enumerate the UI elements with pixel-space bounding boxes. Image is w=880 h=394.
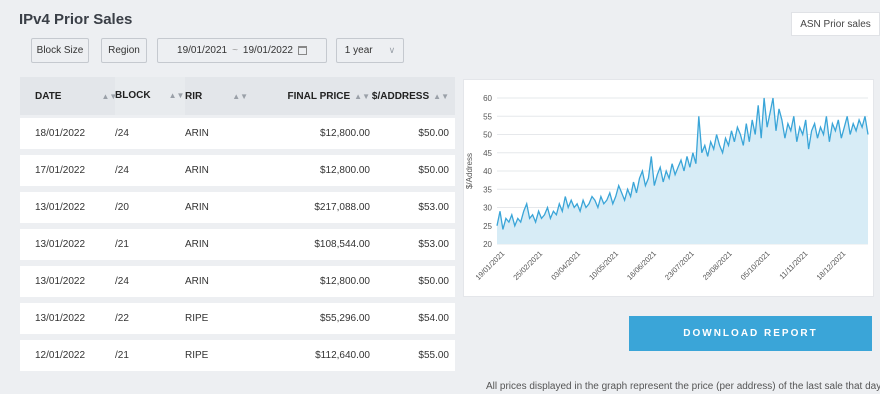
cell-block: /21	[115, 350, 129, 361]
cell-per-address: $50.00	[418, 276, 449, 287]
header-final-price[interactable]: FINAL PRICE ▲▼	[265, 91, 370, 102]
cell-date: 13/01/2022	[35, 239, 86, 250]
x-tick-label: 10/05/2021	[587, 249, 620, 282]
cell-date: 17/01/2022	[35, 165, 86, 176]
cell-block: /24	[115, 128, 129, 139]
x-tick-label: 25/02/2021	[511, 249, 544, 282]
cell-final-price: $217,088.00	[314, 202, 370, 213]
x-tick-label: 29/08/2021	[701, 249, 734, 282]
y-tick-label: 60	[483, 94, 492, 103]
cell-block: /20	[115, 202, 129, 213]
cell-block: /22	[115, 313, 129, 324]
cell-date: 13/01/2022	[35, 276, 86, 287]
table-row: 17/01/2022/24 ARIN $12,800.00 $50.00	[20, 155, 455, 186]
block-size-filter[interactable]: Block Size	[31, 38, 89, 63]
cell-rir: ARIN	[185, 276, 209, 287]
cell-rir: ARIN	[185, 128, 209, 139]
x-tick-label: 23/07/2021	[663, 249, 696, 282]
header-block[interactable]: BLOCK ▲▼	[115, 77, 185, 115]
y-tick-label: 50	[483, 131, 492, 140]
cell-final-price: $12,800.00	[319, 128, 370, 139]
date-from: 19/01/2021	[177, 45, 228, 56]
cell-rir: RIPE	[185, 313, 209, 324]
y-tick-label: 20	[483, 240, 492, 249]
x-tick-label: 05/10/2021	[739, 249, 772, 282]
cell-rir: ARIN	[185, 165, 209, 176]
y-axis-label: $/Address	[465, 153, 474, 189]
cell-per-address: $50.00	[418, 165, 449, 176]
sort-icon[interactable]: ▲▼	[169, 91, 185, 100]
cell-date: 13/01/2022	[35, 313, 86, 324]
date-to: 19/01/2022	[242, 45, 293, 56]
cell-block: /21	[115, 239, 129, 250]
cell-date: 12/01/2022	[35, 350, 86, 361]
price-chart: 20 25 30 35 40 45 50 55 60 $/Address 19/01/2021 25/…	[463, 79, 874, 297]
y-tick-label: 35	[483, 185, 492, 194]
download-report-button[interactable]: DOWNLOAD REPORT	[629, 316, 872, 351]
header-per-address[interactable]: $/ADDRESS ▲▼	[370, 91, 455, 102]
cell-per-address: $53.00	[418, 202, 449, 213]
table-header: DATE ▲▼ BLOCK ▲▼ RIR ▲▼ FINAL PRICE ▲▼ $/ADD…	[20, 77, 455, 115]
chart-footnote: All prices displayed in the graph repres…	[486, 381, 880, 392]
cell-per-address: $50.00	[418, 128, 449, 139]
cell-final-price: $12,800.00	[319, 276, 370, 287]
table-row: 12/01/2022/21 RIPE $112,640.00 $55.00	[20, 340, 455, 371]
price-chart-svg: 20 25 30 35 40 45 50 55 60 $/Address 19/01/2021 25/…	[465, 94, 869, 282]
date-range-picker[interactable]: 19/01/2021 ~ 19/01/2022	[157, 38, 327, 63]
cell-per-address: $55.00	[418, 350, 449, 361]
cell-block: /24	[115, 276, 129, 287]
cell-rir: ARIN	[185, 239, 209, 250]
cell-per-address: $54.00	[418, 313, 449, 324]
cell-rir: RIPE	[185, 350, 209, 361]
cell-final-price: $108,544.00	[314, 239, 370, 250]
cell-block: /24	[115, 165, 129, 176]
y-tick-label: 30	[483, 204, 492, 213]
sales-table: DATE ▲▼ BLOCK ▲▼ RIR ▲▼ FINAL PRICE ▲▼ $/ADD…	[20, 77, 455, 371]
table-row: 13/01/2022/22 RIPE $55,296.00 $54.00	[20, 303, 455, 334]
chevron-down-icon: ∨	[388, 45, 396, 55]
period-select[interactable]: 1 year ∨	[336, 38, 404, 63]
sort-icon[interactable]: ▲▼	[232, 92, 248, 101]
cell-rir: ARIN	[185, 202, 209, 213]
period-value: 1 year	[344, 45, 373, 56]
table-row: 18/01/2022/24 ARIN $12,800.00 $50.00	[20, 118, 455, 149]
cell-final-price: $55,296.00	[319, 313, 370, 324]
cell-date: 13/01/2022	[35, 202, 86, 213]
asn-prior-sales-button[interactable]: ASN Prior sales	[791, 12, 880, 36]
cell-final-price: $12,800.00	[319, 165, 370, 176]
calendar-icon	[297, 46, 307, 55]
x-tick-label: 16/06/2021	[625, 249, 658, 282]
sort-icon[interactable]: ▲▼	[354, 92, 370, 101]
table-row: 13/01/2022/20 ARIN $217,088.00 $53.00	[20, 192, 455, 223]
region-filter[interactable]: Region	[101, 38, 147, 63]
cell-final-price: $112,640.00	[315, 350, 370, 361]
y-tick-label: 55	[483, 112, 492, 121]
x-tick-label: 19/01/2021	[474, 249, 507, 282]
header-rir[interactable]: RIR ▲▼	[185, 91, 265, 102]
sort-icon[interactable]: ▲▼	[433, 92, 449, 101]
y-tick-label: 45	[483, 149, 492, 158]
y-tick-label: 40	[483, 167, 492, 176]
cell-date: 18/01/2022	[35, 128, 86, 139]
cell-per-address: $53.00	[418, 239, 449, 250]
x-tick-label: 18/12/2021	[815, 249, 848, 282]
y-tick-label: 25	[483, 222, 492, 231]
header-date[interactable]: DATE ▲▼	[20, 91, 117, 102]
date-separator: ~	[232, 45, 238, 56]
table-row: 13/01/2022/24 ARIN $12,800.00 $50.00	[20, 266, 455, 297]
x-tick-label: 03/04/2021	[549, 249, 582, 282]
page-title: IPv4 Prior Sales	[19, 11, 133, 28]
x-tick-label: 11/11/2021	[777, 249, 809, 281]
table-row: 13/01/2022/21 ARIN $108,544.00 $53.00	[20, 229, 455, 260]
